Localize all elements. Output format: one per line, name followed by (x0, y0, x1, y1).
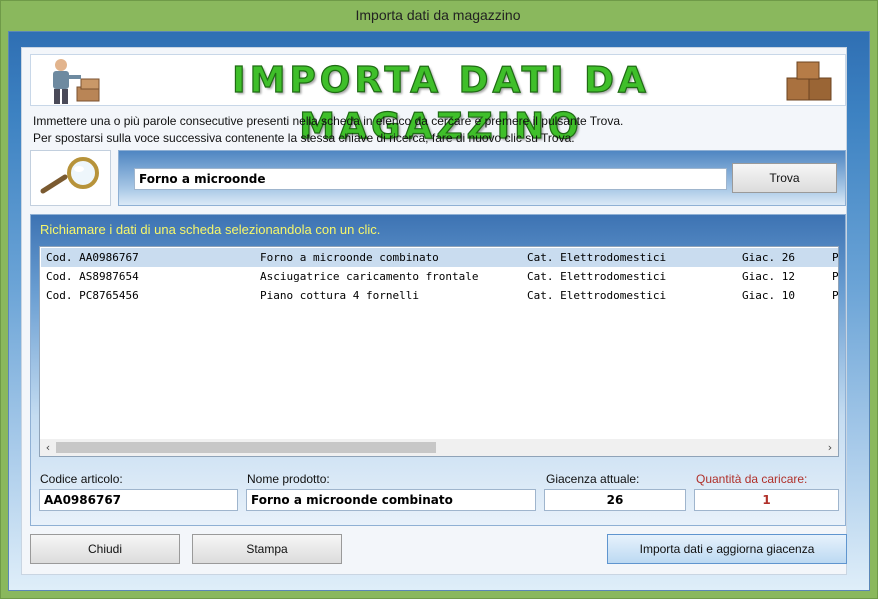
item-code: Cod. AS8987654 (46, 270, 139, 283)
magnifier-panel (30, 150, 111, 206)
scroll-right-icon[interactable]: › (822, 439, 838, 456)
list-item[interactable]: Cod. PC8765456 Piano cottura 4 fornelli … (41, 286, 838, 305)
item-stock: Giac. 10 (742, 289, 795, 302)
list-item[interactable]: Cod. AA0986767 Forno a microonde combina… (41, 248, 838, 267)
print-button[interactable]: Stampa (192, 534, 342, 564)
banner-title: IMPORTA DATI DA MAGAZZINO (232, 59, 650, 147)
instructions: Immettere una o più parole consecutive p… (33, 113, 833, 147)
instructions-line-2: Per spostarsi sulla voce successiva cont… (33, 131, 575, 145)
scroll-left-icon[interactable]: ‹ (40, 439, 56, 456)
code-field[interactable]: AA0986767 (39, 489, 238, 511)
window-title: Importa dati da magazzino (355, 7, 521, 23)
item-category: Cat. Elettrodomestici (527, 289, 667, 302)
item-extra: P (832, 289, 839, 302)
horizontal-scrollbar[interactable]: ‹ › (40, 439, 838, 456)
instructions-line-1: Immettere una o più parole consecutive p… (33, 114, 624, 128)
item-category: Cat. Elettrodomestici (527, 251, 667, 264)
list-hint: Richiamare i dati di una scheda selezion… (40, 222, 381, 237)
item-name: Forno a microonde combinato (260, 251, 439, 264)
quantity-label: Quantità da caricare: (696, 472, 808, 486)
warehouse-worker-icon (53, 59, 100, 104)
find-button[interactable]: Trova (732, 163, 837, 193)
stock-label: Giacenza attuale: (546, 472, 640, 486)
item-extra: P (832, 251, 839, 264)
close-button[interactable]: Chiudi (30, 534, 180, 564)
list-item[interactable]: Cod. AS8987654 Asciugatrice caricamento … (41, 267, 838, 286)
scroll-thumb[interactable] (56, 442, 436, 453)
item-name: Piano cottura 4 fornelli (260, 289, 419, 302)
item-extra: P (832, 270, 839, 283)
quantity-field[interactable]: 1 (694, 489, 839, 511)
code-label: Codice articolo: (40, 472, 123, 486)
item-stock: Giac. 12 (742, 270, 795, 283)
name-field[interactable]: Forno a microonde combinato (246, 489, 536, 511)
item-category: Cat. Elettrodomestici (527, 270, 667, 283)
item-name: Asciugatrice caricamento frontale (260, 270, 479, 283)
item-code: Cod. PC8765456 (46, 289, 139, 302)
magnifier-icon (40, 157, 99, 194)
boxes-icon (786, 61, 832, 101)
name-label: Nome prodotto: (247, 472, 330, 486)
stock-field[interactable]: 26 (544, 489, 686, 511)
item-stock: Giac. 26 (742, 251, 795, 264)
search-input[interactable]: Forno a microonde (134, 168, 727, 190)
import-button[interactable]: Importa dati e aggiorna giacenza (607, 534, 847, 564)
records-listbox[interactable]: Cod. AA0986767 Forno a microonde combina… (39, 246, 839, 457)
header-banner: IMPORTA DATI DA MAGAZZINO (30, 54, 846, 148)
item-code: Cod. AA0986767 (46, 251, 139, 264)
